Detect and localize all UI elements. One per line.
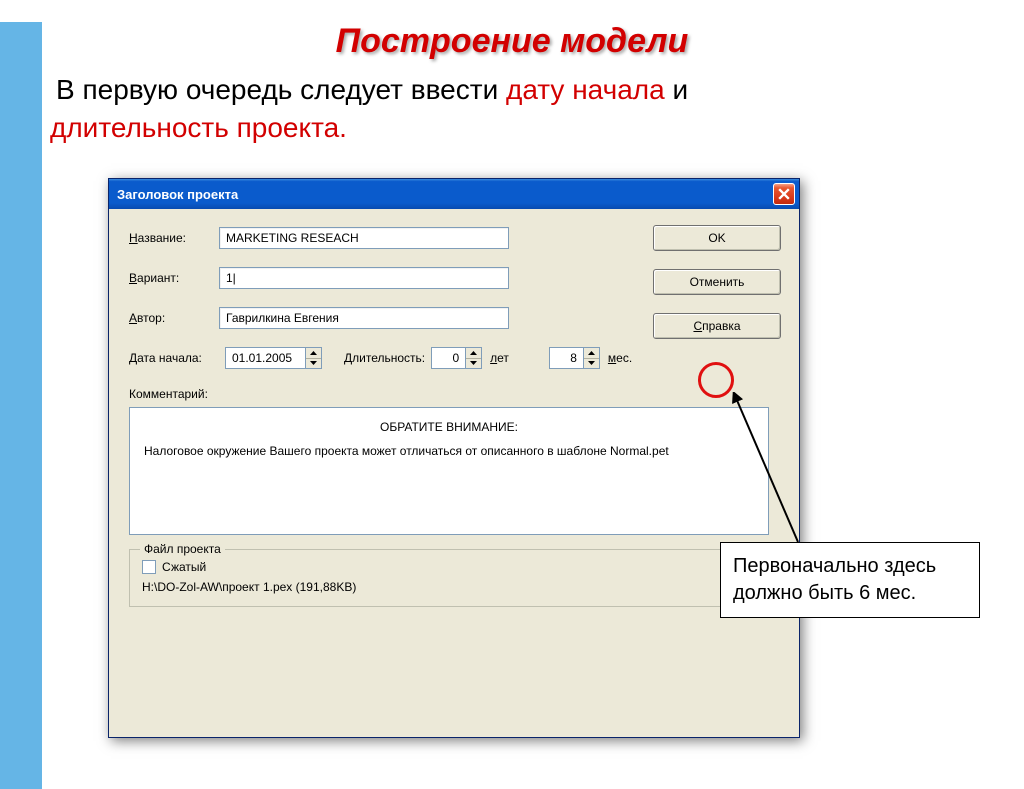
spin-down-icon[interactable] (306, 359, 321, 369)
close-icon (778, 188, 790, 200)
input-years[interactable] (431, 347, 465, 369)
sub-red-2: длительность проекта (50, 112, 339, 143)
cancel-button[interactable]: Отменить (653, 269, 781, 295)
ok-button[interactable]: OK (653, 225, 781, 251)
spin-up-icon[interactable] (584, 348, 599, 359)
input-months[interactable] (549, 347, 583, 369)
compressed-label: Сжатый (162, 560, 206, 574)
sub-text-1: первую очередь следует ввести (82, 74, 506, 105)
years-spinner (431, 347, 482, 369)
input-variant[interactable] (219, 267, 509, 289)
slide-title: Построение модели (0, 22, 1024, 61)
spin-up-icon[interactable] (306, 348, 321, 359)
slide-accent-bar (0, 22, 42, 789)
close-button[interactable] (773, 183, 795, 205)
input-author[interactable] (219, 307, 509, 329)
callout-box: Первоначально здесь должно быть 6 мес. (720, 542, 980, 618)
comment-heading: ОБРАТИТЕ ВНИМАНИЕ: (144, 420, 754, 434)
label-comment: Комментарий: (129, 387, 783, 401)
callout-text: Первоначально здесь должно быть 6 мес. (733, 555, 936, 604)
dialog-title-text: Заголовок проекта (117, 187, 773, 202)
dialog-titlebar[interactable]: Заголовок проекта (109, 179, 799, 209)
years-spin-buttons[interactable] (465, 347, 482, 369)
sub-red-1: дату начала (506, 74, 665, 105)
project-header-dialog: Заголовок проекта OK Отменить Справка На… (108, 178, 800, 738)
help-button[interactable]: Справка (653, 313, 781, 339)
file-path: H:\DO-Zol-AW\проект 1.pex (191,88KB) (142, 580, 756, 594)
slide-subtitle: В первую очередь следует ввести дату нач… (50, 71, 974, 147)
date-spin-buttons[interactable] (305, 347, 322, 369)
label-name: Название: (129, 231, 219, 245)
unit-months: мес. (608, 351, 632, 365)
unit-years: лет (490, 351, 509, 365)
months-spin-buttons[interactable] (583, 347, 600, 369)
label-author: Автор: (129, 311, 219, 325)
button-column: OK Отменить Справка (653, 225, 781, 357)
sub-dot: . (339, 112, 347, 143)
comment-body: Налоговое окружение Вашего проекта может… (144, 444, 754, 458)
sub-text-2: и (665, 74, 688, 105)
comment-textarea[interactable]: ОБРАТИТЕ ВНИМАНИЕ: Налоговое окружение В… (129, 407, 769, 535)
file-groupbox: Файл проекта Сжатый H:\DO-Zol-AW\проект … (129, 549, 769, 607)
spin-up-icon[interactable] (466, 348, 481, 359)
date-spinner (225, 347, 322, 369)
months-spinner (549, 347, 600, 369)
label-duration: Длительность: (344, 351, 425, 365)
input-name[interactable] (219, 227, 509, 249)
compressed-row: Сжатый (142, 560, 756, 574)
label-date: Дата начала: (129, 351, 219, 365)
group-legend: Файл проекта (140, 542, 225, 556)
spin-down-icon[interactable] (466, 359, 481, 369)
label-variant: Вариант: (129, 271, 219, 285)
compressed-checkbox[interactable] (142, 560, 156, 574)
input-date[interactable] (225, 347, 305, 369)
sub-prefix: В (56, 74, 75, 105)
spin-down-icon[interactable] (584, 359, 599, 369)
